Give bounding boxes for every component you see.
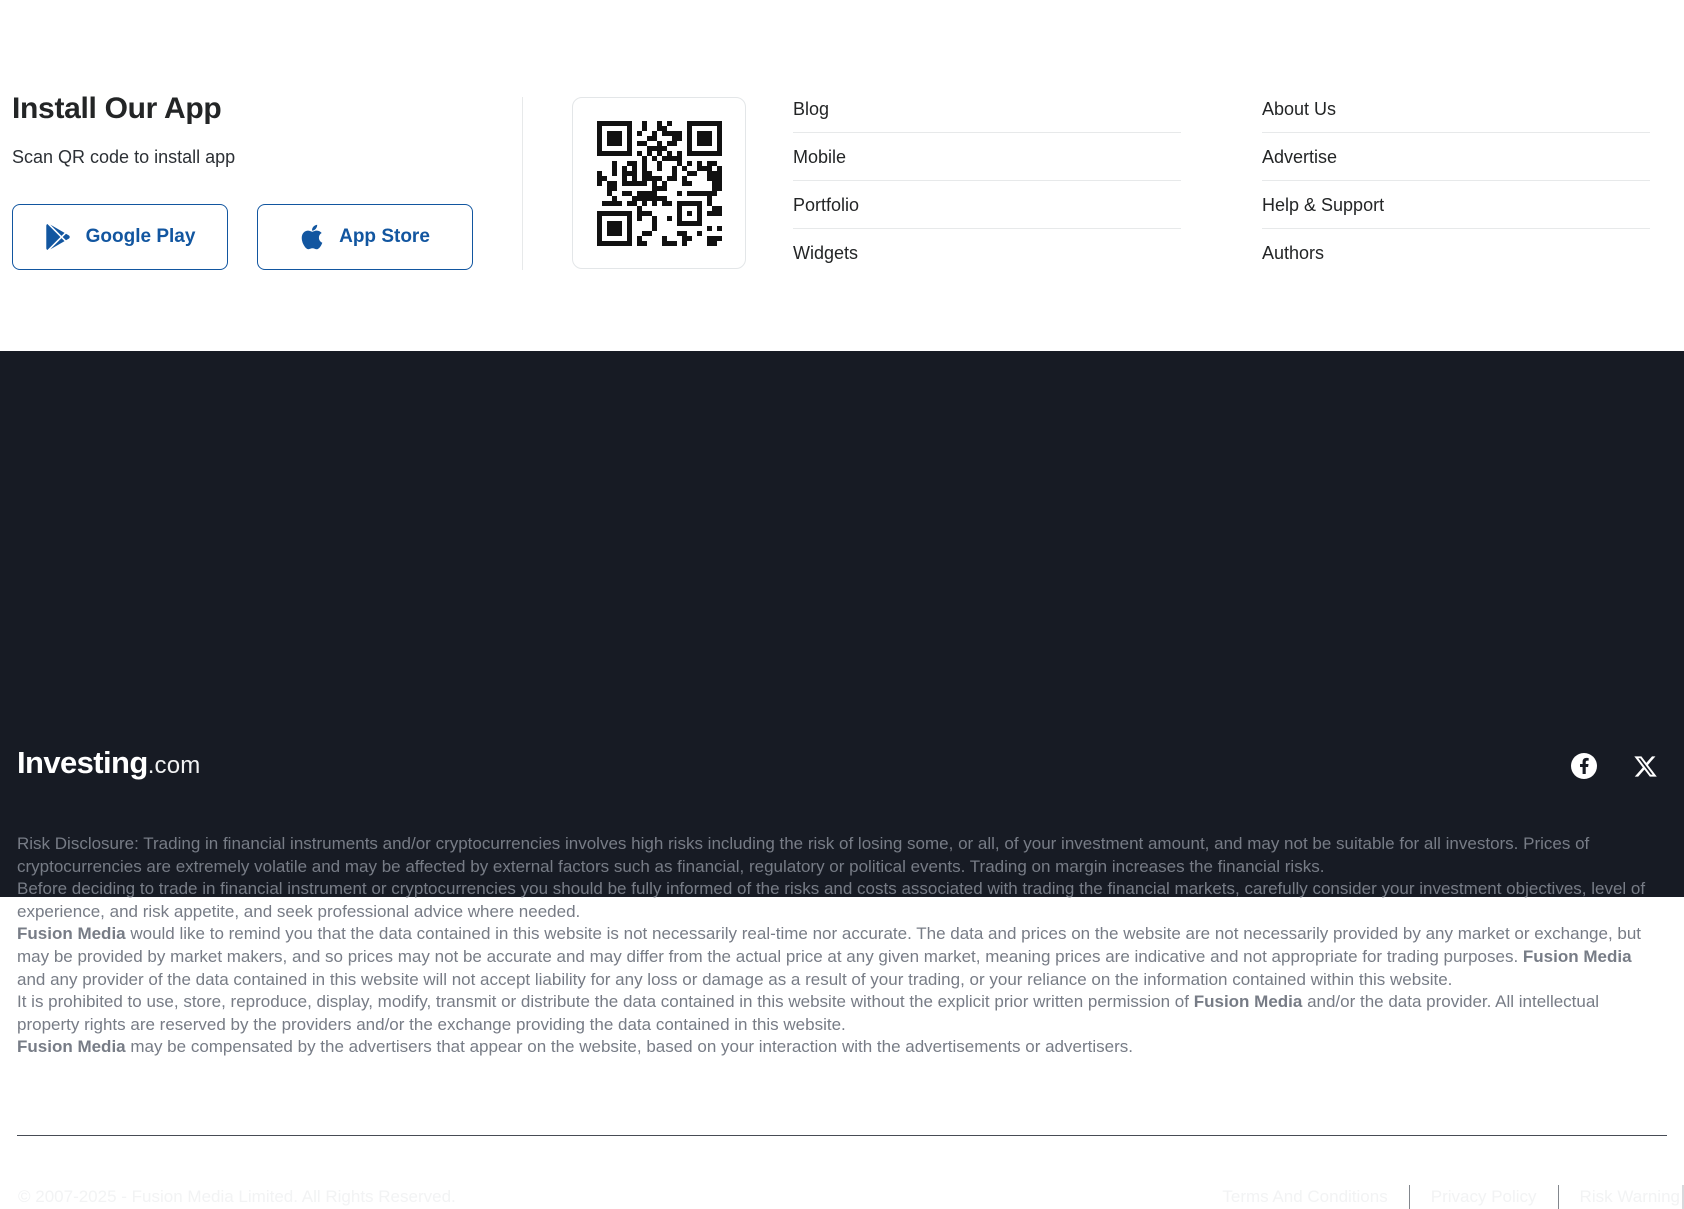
footer-link-widgets[interactable]: Widgets — [793, 243, 1181, 276]
social-links — [1571, 753, 1658, 779]
disclaimer-paragraph: Fusion Media would like to remind you th… — [17, 923, 1659, 991]
install-subtitle: Scan QR code to install app — [12, 146, 512, 168]
footer-divider — [17, 1135, 1667, 1136]
app-store-label: App Store — [339, 226, 430, 248]
footer-link-authors[interactable]: Authors — [1262, 243, 1650, 276]
footer-link-about-us[interactable]: About Us — [1262, 99, 1650, 133]
google-play-icon — [45, 224, 71, 250]
apple-icon — [300, 223, 324, 251]
legal-link-separator — [1409, 1185, 1410, 1209]
footer-link-blog[interactable]: Blog — [793, 99, 1181, 133]
disclaimer-paragraph: It is prohibited to use, store, reproduc… — [17, 991, 1659, 1036]
footer-link-help-support[interactable]: Help & Support — [1262, 195, 1650, 229]
risk-disclaimer: Risk Disclosure: Trading in financial in… — [17, 833, 1659, 1059]
disclaimer-paragraph: Fusion Media may be compensated by the a… — [17, 1036, 1659, 1059]
investing-logo[interactable]: Investing.com — [17, 747, 201, 780]
legal-link-terms-and-conditions[interactable]: Terms And Conditions — [1222, 1187, 1387, 1207]
footer-bottom-row: © 2007-2025 - Fusion Media Limited. All … — [0, 1185, 1684, 1209]
qr-code-image — [597, 121, 722, 246]
disclaimer-paragraph: Before deciding to trade in financial in… — [17, 878, 1659, 923]
google-play-button[interactable]: Google Play — [12, 204, 228, 270]
store-buttons: Google Play App Store — [12, 204, 473, 270]
vertical-divider — [522, 97, 523, 270]
legal-links: Terms And Conditions Privacy Policy Risk W… — [1222, 1185, 1684, 1209]
qr-code — [572, 97, 746, 269]
copyright: © 2007-2025 - Fusion Media Limited. All … — [18, 1187, 456, 1207]
logo-suffix: .com — [148, 752, 201, 780]
footer-link-portfolio[interactable]: Portfolio — [793, 195, 1181, 229]
legal-link-risk-warning[interactable]: Risk Warning — [1580, 1187, 1680, 1207]
install-title: Install Our App — [12, 92, 512, 126]
facebook-icon[interactable] — [1571, 753, 1597, 779]
footer-link-mobile[interactable]: Mobile — [793, 147, 1181, 181]
site-footer: Investing.com Risk Disclosure: Trading i… — [0, 351, 1684, 897]
x-icon[interactable] — [1633, 754, 1658, 779]
footer-link-advertise[interactable]: Advertise — [1262, 147, 1650, 181]
footer-links-column-1: Blog Mobile Portfolio Widgets — [793, 99, 1181, 276]
footer-links-column-2: About Us Advertise Help & Support Authors — [1262, 99, 1650, 276]
legal-link-privacy-policy[interactable]: Privacy Policy — [1431, 1187, 1537, 1207]
disclaimer-paragraph: Risk Disclosure: Trading in financial in… — [17, 833, 1659, 878]
app-store-button[interactable]: App Store — [257, 204, 473, 270]
logo-brand: Investing — [17, 747, 148, 779]
legal-link-separator — [1558, 1185, 1559, 1209]
install-app-section: Install Our App Scan QR code to install … — [0, 0, 1684, 351]
google-play-label: Google Play — [86, 226, 196, 248]
